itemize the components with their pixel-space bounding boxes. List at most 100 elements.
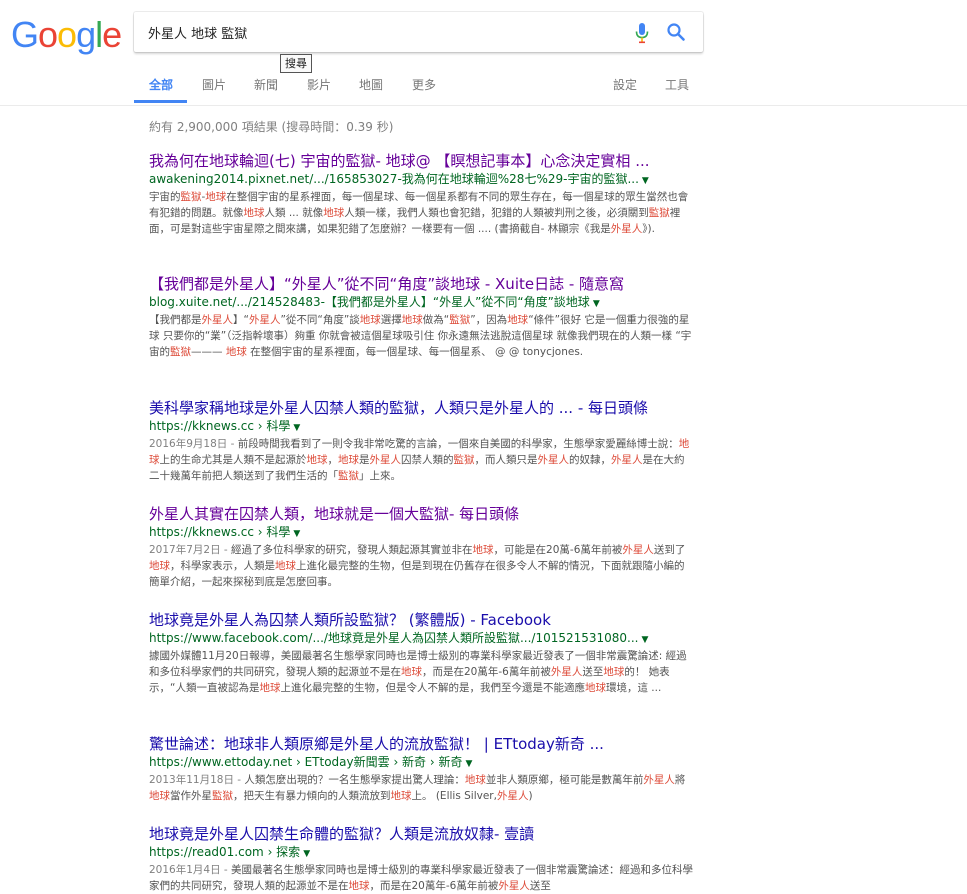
- highlighted-term: 監獄: [212, 790, 233, 802]
- snippet-text: ，: [327, 454, 339, 466]
- highlighted-term: 外星人: [201, 314, 234, 326]
- search-icon[interactable]: [666, 22, 686, 42]
- result-title-link[interactable]: 地球竟是外星人囚禁生命體的監獄？人類是流放奴隸- 壹讀: [149, 825, 694, 844]
- result-url: https://www.facebook.com/.../地球竟是外星人為囚禁人…: [149, 630, 694, 648]
- result-url: https://read01.com › 探索 ▼: [149, 844, 694, 862]
- highlighted-term: 外星人: [610, 223, 643, 235]
- search-result: 【我們都是外星人】“外星人”從不同“角度”談地球 - Xuite日誌 - 隨意窩…: [149, 275, 694, 360]
- dropdown-arrow-icon[interactable]: ▼: [593, 299, 600, 309]
- highlighted-term: 外星人: [611, 454, 643, 466]
- settings-link[interactable]: 設定: [613, 76, 637, 93]
- result-title-link[interactable]: 【我們都是外星人】“外星人”從不同“角度”談地球 - Xuite日誌 - 隨意窩: [149, 275, 694, 294]
- result-title-link[interactable]: 外星人其實在囚禁人類，地球就是一個大監獄- 每日頭條: [149, 505, 694, 524]
- highlighted-term: 地球: [243, 207, 265, 219]
- result-title-link[interactable]: 我為何在地球輪迴(七) 宇宙的監獄- 地球@ 【瞑想記事本】心念決定實相 ...: [149, 152, 694, 171]
- snippet-text: 宇宙的: [149, 191, 181, 203]
- snippet-text: 做為“: [422, 314, 450, 326]
- highlighted-term: 地球: [275, 560, 296, 572]
- snippet-text: 經過了多位科學家的研究，發現人類起源其實並非在: [231, 544, 473, 556]
- result-title-link[interactable]: 美科學家稱地球是外星人囚禁人類的監獄，人類只是外星人的 ... - 每日頭條: [149, 399, 694, 418]
- result-date: 2016年1月4日 -: [149, 864, 232, 876]
- snippet-text: 囚禁人類的: [401, 454, 454, 466]
- tab-more[interactable]: 更多: [412, 76, 436, 93]
- snippet-text: 上進化最完整的生物，但是令人不解的是，我們至今還是不能適應: [280, 682, 585, 694]
- result-title-link[interactable]: 驚世論述：地球非人類原鄉是外星人的流放監獄！ | ETtoday新奇 ...: [149, 735, 694, 754]
- search-box[interactable]: [134, 12, 703, 52]
- highlighted-term: 地球: [464, 774, 486, 786]
- snippet-text: 在整個宇宙的星系裡面，每一個星球、每一個星系、 @ @ tonycjones.: [246, 346, 584, 358]
- highlighted-term: 外星人: [643, 774, 675, 786]
- snippet-text: 環境，這 ...: [605, 682, 662, 694]
- dropdown-arrow-icon[interactable]: ▼: [642, 176, 649, 186]
- tab-news[interactable]: 新聞: [254, 76, 278, 93]
- highlighted-term: 外星人: [248, 314, 281, 326]
- snippet-text: 選擇: [380, 314, 402, 326]
- highlighted-term: 監獄: [453, 454, 475, 466]
- dropdown-arrow-icon[interactable]: ▼: [466, 759, 473, 769]
- search-input[interactable]: [148, 12, 618, 52]
- snippet-text: ———: [191, 346, 226, 358]
- highlighted-term: 監獄: [338, 470, 359, 482]
- result-snippet: 2013年11月18日 - 人類怎麼出現的？一名生態學家提出驚人理論：地球並非人…: [149, 772, 694, 804]
- search-result: 外星人其實在囚禁人類，地球就是一個大監獄- 每日頭條 https://kknews…: [149, 505, 694, 590]
- result-snippet: 據國外媒體11月20日報導，美國最著名生態學家同時也是博士級別的專業科學家最近發…: [149, 648, 694, 696]
- result-url-text: awakening2014.pixnet.net/.../165853027-我…: [149, 172, 639, 186]
- result-snippet: 2017年7月2日 - 經過了多位科學家的研究，發現人類起源其實並非在地球，可能…: [149, 542, 694, 590]
- highlighted-term: 地球: [259, 682, 281, 694]
- highlighted-term: 外星人: [369, 454, 402, 466]
- highlighted-term: 地球: [338, 454, 359, 466]
- snippet-text: ，而是在20萬年-6萬年前被: [422, 666, 551, 678]
- highlighted-term: 外星人: [622, 544, 654, 556]
- tab-images[interactable]: 圖片: [202, 76, 226, 93]
- tools-link[interactable]: 工具: [665, 76, 689, 93]
- highlighted-term: 地球: [401, 314, 423, 326]
- microphone-icon[interactable]: [634, 22, 650, 44]
- highlighted-term: 外星人: [498, 880, 530, 892]
- dropdown-arrow-icon[interactable]: ▼: [642, 635, 649, 645]
- logo-letter: e: [102, 14, 122, 55]
- snippet-text: 人類怎麼出現的？一名生態學家提出驚人理論：: [244, 774, 465, 786]
- tab-all[interactable]: 全部: [149, 76, 173, 93]
- result-url: awakening2014.pixnet.net/.../165853027-我…: [149, 171, 694, 189]
- search-result: 美科學家稱地球是外星人囚禁人類的監獄，人類只是外星人的 ... - 每日頭條 ht…: [149, 399, 694, 484]
- highlighted-term: 地球: [348, 880, 370, 892]
- snippet-text: 送到了: [653, 544, 686, 556]
- logo-letter: G: [11, 14, 39, 55]
- search-result: 驚世論述：地球非人類原鄉是外星人的流放監獄！ | ETtoday新奇 ... ht…: [149, 735, 694, 804]
- highlighted-term: 監獄: [449, 314, 471, 326]
- dropdown-arrow-icon[interactable]: ▼: [293, 423, 300, 433]
- result-url-text: https://kknews.cc › 科學: [149, 419, 291, 433]
- snippet-text: 當作外星: [170, 790, 212, 802]
- highlighted-term: 地球: [149, 790, 170, 802]
- dropdown-arrow-icon[interactable]: ▼: [293, 529, 300, 539]
- dropdown-arrow-icon[interactable]: ▼: [303, 849, 310, 859]
- highlighted-term: 地球: [225, 346, 247, 358]
- snippet-text: 》).: [642, 223, 655, 235]
- google-logo[interactable]: Google: [11, 14, 122, 55]
- search-result: 地球竟是外星人囚禁生命體的監獄？人類是流放奴隸- 壹讀 https://read0…: [149, 825, 694, 894]
- highlighted-term: 地球: [603, 666, 625, 678]
- result-url-text: https://www.ettoday.net › ETtoday新聞雲 › 新…: [149, 755, 463, 769]
- result-title-link[interactable]: 地球竟是外星人為囚禁人類所設監獄？ (繁體版) - Facebook: [149, 611, 694, 630]
- result-url: https://kknews.cc › 科學 ▼: [149, 524, 694, 542]
- logo-letter: g: [76, 14, 96, 55]
- snippet-text: 】“: [233, 314, 249, 326]
- result-snippet: 宇宙的監獄-地球在整個宇宙的星系裡面，每一個星球、每一個星系都有不同的眾生存在，…: [149, 189, 694, 237]
- snippet-text: 【我們都是: [149, 314, 202, 326]
- highlighted-term: 外星人: [496, 790, 529, 802]
- result-url: blog.xuite.net/.../214528483-【我們都是外星人】“外…: [149, 294, 694, 312]
- snippet-text: 將: [674, 774, 686, 786]
- logo-letter: o: [57, 14, 77, 55]
- snippet-text: 上。 (Ellis Silver,: [411, 790, 497, 802]
- highlighted-term: 地球: [507, 314, 529, 326]
- tab-maps[interactable]: 地圖: [359, 76, 383, 93]
- search-result: 我為何在地球輪迴(七) 宇宙的監獄- 地球@ 【瞑想記事本】心念決定實相 ...…: [149, 152, 694, 237]
- highlighted-term: 地球: [359, 314, 381, 326]
- highlighted-term: 外星人: [537, 454, 570, 466]
- result-url-text: https://kknews.cc › 科學: [149, 525, 291, 539]
- result-snippet: 2016年1月4日 - 美國最著名生態學家同時也是博士級別的專業科學家最近發表了…: [149, 862, 694, 894]
- highlighted-term: 監獄: [180, 191, 202, 203]
- highlighted-term: 外星人: [550, 666, 583, 678]
- tab-videos[interactable]: 影片: [307, 76, 331, 93]
- snippet-text: 人類 ... 就像: [264, 207, 324, 219]
